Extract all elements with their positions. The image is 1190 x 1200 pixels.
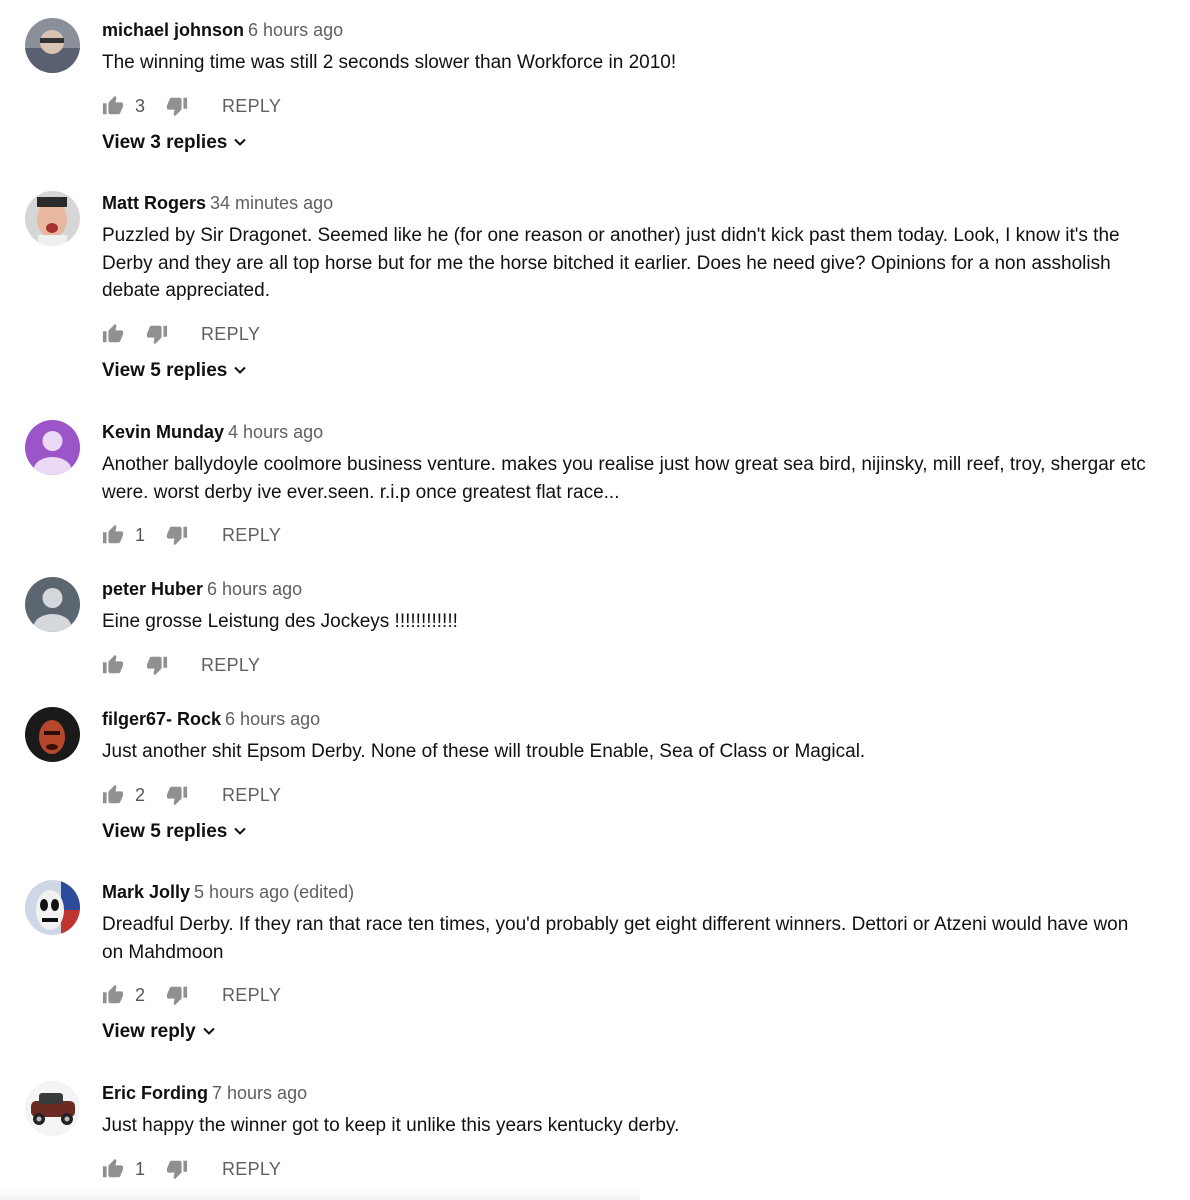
comment-header: Mark Jolly 5 hours ago (edited) bbox=[102, 880, 1150, 904]
comment-actions: 3 REPLY bbox=[102, 91, 1150, 121]
comment-header: filger67- Rock 6 hours ago bbox=[102, 707, 1150, 731]
comment-time[interactable]: 6 hours ago bbox=[225, 709, 320, 729]
comment-text: Puzzled by Sir Dragonet. Seemed like he … bbox=[102, 225, 1120, 301]
reply-button[interactable]: REPLY bbox=[201, 323, 260, 345]
author-name[interactable]: filger67- Rock bbox=[102, 709, 221, 729]
chevron-down-icon bbox=[234, 138, 247, 146]
chevron-down-icon bbox=[202, 1027, 215, 1035]
reply-button[interactable]: REPLY bbox=[222, 1158, 281, 1180]
like-count: 1 bbox=[135, 1158, 146, 1179]
comment-time[interactable]: 6 hours ago bbox=[248, 20, 343, 40]
like-count: 2 bbox=[135, 784, 146, 805]
author-name[interactable]: Kevin Munday bbox=[102, 422, 224, 442]
comment-actions: REPLY bbox=[102, 319, 1150, 349]
author-name[interactable]: michael johnson bbox=[102, 20, 244, 40]
bottom-fade bbox=[0, 1188, 640, 1200]
comment-header: peter Huber 6 hours ago bbox=[102, 577, 1150, 601]
view-replies-label: View 3 replies bbox=[102, 131, 228, 153]
author-name[interactable]: Mark Jolly bbox=[102, 882, 190, 902]
thumbs-up-icon[interactable] bbox=[102, 323, 124, 345]
comment-body: Mark Jolly 5 hours ago (edited) Dreadful D… bbox=[102, 880, 1150, 1044]
comment-header: Kevin Munday 4 hours ago bbox=[102, 420, 1150, 444]
comment-actions: 2 REPLY bbox=[102, 780, 1150, 810]
comment-body: filger67- Rock 6 hours ago Just another s… bbox=[102, 707, 1150, 844]
view-replies-button[interactable]: View 5 replies bbox=[102, 820, 247, 844]
comment-actions: REPLY bbox=[102, 650, 1150, 680]
comment-actions: 2 REPLY bbox=[102, 980, 1150, 1010]
comment-text: The winning time was still 2 seconds slo… bbox=[102, 52, 677, 73]
comment-time[interactable]: 5 hours ago bbox=[194, 882, 289, 902]
thumbs-up-icon[interactable] bbox=[102, 95, 124, 117]
view-replies-button[interactable]: View 3 replies bbox=[102, 131, 247, 155]
author-name[interactable]: peter Huber bbox=[102, 579, 203, 599]
thumbs-down-icon[interactable] bbox=[166, 1158, 188, 1180]
comment-text: Just another shit Epsom Derby. None of t… bbox=[102, 741, 866, 762]
thumbs-down-icon[interactable] bbox=[166, 784, 188, 806]
view-replies-button[interactable]: View 5 replies bbox=[102, 359, 247, 383]
like-count: 1 bbox=[135, 525, 146, 545]
comment-body: Eric Fording 7 hours ago Just happy the w… bbox=[102, 1081, 1150, 1184]
edited-label: (edited) bbox=[293, 882, 355, 902]
chevron-down-icon bbox=[234, 827, 247, 835]
thumbs-up-icon[interactable] bbox=[102, 1158, 124, 1180]
avatar[interactable] bbox=[25, 577, 80, 632]
thumbs-up-icon[interactable] bbox=[102, 784, 124, 806]
chevron-down-icon bbox=[234, 366, 247, 374]
reply-button[interactable]: REPLY bbox=[222, 784, 281, 806]
comment-header: michael johnson 6 hours ago bbox=[102, 18, 1150, 42]
comment-time[interactable]: 34 minutes ago bbox=[210, 193, 333, 213]
reply-button[interactable]: REPLY bbox=[222, 524, 281, 546]
like-count: 3 bbox=[135, 95, 146, 116]
comment-body: michael johnson 6 hours ago The winning t… bbox=[102, 18, 1150, 155]
avatar[interactable] bbox=[25, 1081, 80, 1136]
thumbs-down-icon[interactable] bbox=[146, 654, 168, 676]
reply-button[interactable]: REPLY bbox=[222, 984, 281, 1006]
comment-body: peter Huber 6 hours ago Eine grosse Leist… bbox=[102, 577, 1150, 680]
view-replies-label: View reply bbox=[102, 1021, 196, 1042]
thumbs-down-icon[interactable] bbox=[146, 323, 168, 345]
thumbs-down-icon[interactable] bbox=[166, 984, 188, 1006]
comment-actions: 1 REPLY bbox=[102, 520, 1150, 550]
comment-text: Another ballydoyle coolmore business ven… bbox=[102, 454, 1146, 503]
thumbs-down-icon[interactable] bbox=[166, 524, 188, 546]
reply-button[interactable]: REPLY bbox=[222, 95, 281, 117]
comment-text: Dreadful Derby. If they ran that race te… bbox=[102, 914, 1129, 963]
comment-body: Matt Rogers 34 minutes ago Puzzled by Sir… bbox=[102, 191, 1150, 383]
comment-actions: 1 REPLY bbox=[102, 1154, 1150, 1184]
comment-body: Kevin Munday 4 hours ago Another ballydoy… bbox=[102, 420, 1150, 550]
thumbs-down-icon[interactable] bbox=[166, 95, 188, 117]
avatar[interactable] bbox=[25, 420, 80, 475]
comment-header: Eric Fording 7 hours ago bbox=[102, 1081, 1150, 1105]
like-count: 2 bbox=[135, 985, 146, 1005]
avatar[interactable] bbox=[25, 880, 80, 935]
author-name[interactable]: Matt Rogers bbox=[102, 193, 206, 213]
view-replies-button[interactable]: View reply bbox=[102, 1020, 216, 1044]
thumbs-up-icon[interactable] bbox=[102, 984, 124, 1006]
view-replies-label: View 5 replies bbox=[102, 359, 228, 381]
avatar[interactable] bbox=[25, 707, 80, 762]
view-replies-label: View 5 replies bbox=[102, 820, 228, 842]
avatar[interactable] bbox=[25, 18, 80, 73]
thumbs-up-icon[interactable] bbox=[102, 524, 124, 546]
comment-time[interactable]: 6 hours ago bbox=[207, 579, 302, 599]
comment-time[interactable]: 4 hours ago bbox=[228, 422, 323, 442]
thumbs-up-icon[interactable] bbox=[102, 654, 124, 676]
author-name[interactable]: Eric Fording bbox=[102, 1083, 208, 1103]
reply-button[interactable]: REPLY bbox=[201, 654, 260, 676]
comment-time[interactable]: 7 hours ago bbox=[212, 1083, 307, 1103]
avatar[interactable] bbox=[25, 191, 80, 246]
comment-text: Just happy the winner got to keep it unl… bbox=[102, 1115, 680, 1136]
comment-text: Eine grosse Leistung des Jockeys !!!!!!!… bbox=[102, 611, 458, 632]
comment-header: Matt Rogers 34 minutes ago bbox=[102, 191, 1150, 215]
